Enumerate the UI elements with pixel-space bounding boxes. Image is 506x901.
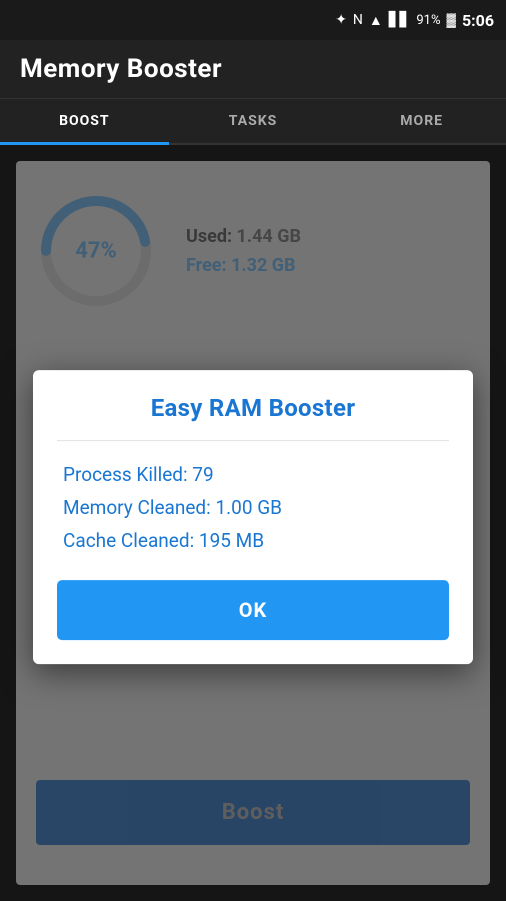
dialog-actions: OK: [33, 562, 473, 664]
content-area: 47% Used: 1.44 GB Free: 1.32 GB Boost Ea…: [0, 145, 506, 901]
signal-icon: ▋▋: [389, 12, 411, 28]
stat-process-killed: Process Killed: 79: [63, 463, 443, 486]
battery-indicator: 91%: [416, 13, 440, 28]
tab-boost[interactable]: BOOST: [0, 99, 169, 143]
bluetooth-icon: ✦: [335, 12, 347, 28]
ok-button[interactable]: OK: [57, 580, 449, 640]
network-n-icon: N: [353, 12, 363, 28]
dialog-body: Process Killed: 79 Memory Cleaned: 1.00 …: [33, 441, 473, 562]
dialog-title: Easy RAM Booster: [33, 370, 473, 440]
wifi-icon: ▲: [369, 12, 383, 29]
tab-tasks[interactable]: TASKS: [169, 99, 338, 143]
app-header: Memory Booster: [0, 40, 506, 99]
tab-more[interactable]: MORE: [337, 99, 506, 143]
stat-memory-cleaned: Memory Cleaned: 1.00 GB: [63, 496, 443, 519]
app-title: Memory Booster: [20, 54, 222, 84]
easy-ram-booster-dialog: Easy RAM Booster Process Killed: 79 Memo…: [33, 370, 473, 664]
stat-cache-cleaned: Cache Cleaned: 195 MB: [63, 529, 443, 552]
status-time: 5:06: [462, 11, 494, 30]
battery-icon: ▓: [446, 12, 455, 28]
tab-bar: BOOST TASKS MORE: [0, 99, 506, 145]
status-bar: ✦ N ▲ ▋▋ 91% ▓ 5:06: [0, 0, 506, 40]
